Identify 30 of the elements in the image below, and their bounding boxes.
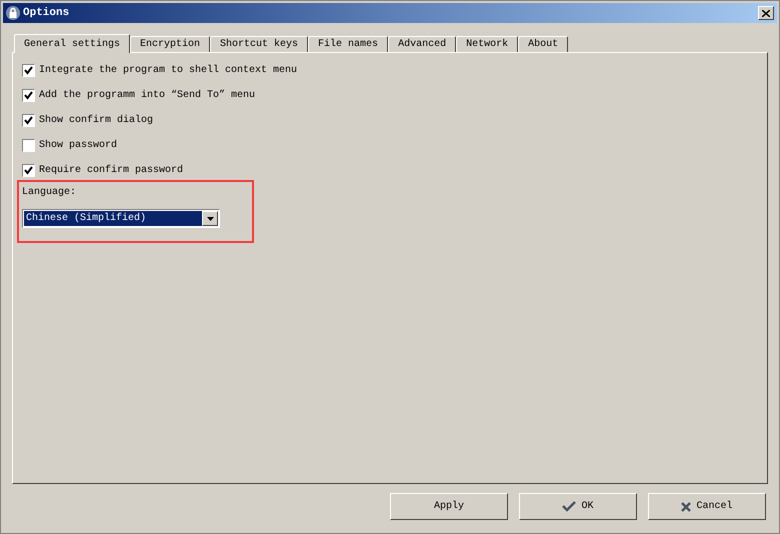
language-dropdown[interactable]: Chinese (Simplified) — [22, 209, 220, 228]
caret-icon — [206, 216, 214, 220]
dropdown-button[interactable] — [202, 211, 218, 226]
checkbox[interactable] — [22, 138, 35, 152]
lock-icon — [6, 6, 20, 20]
checkbox[interactable] — [22, 164, 35, 176]
checkbox[interactable] — [22, 88, 35, 102]
tab[interactable]: About — [518, 36, 568, 52]
tab[interactable]: General settings — [14, 34, 130, 53]
checkbox[interactable] — [22, 64, 35, 76]
tab[interactable]: Shortcut keys — [210, 36, 308, 52]
tab[interactable]: Encryption — [130, 36, 210, 52]
option-label: Show password — [39, 138, 118, 152]
language-label: Language: — [22, 186, 78, 200]
tab[interactable]: File names — [308, 36, 388, 52]
close-button[interactable] — [758, 6, 774, 20]
close-icon — [762, 10, 770, 16]
checkbox[interactable] — [22, 114, 35, 126]
window-title: Options — [23, 6, 70, 21]
cross-icon — [681, 502, 692, 512]
dialog-button[interactable]: Apply — [390, 493, 508, 520]
checkmark-icon — [562, 501, 576, 512]
option-label: Show confirm dialog — [39, 114, 154, 128]
option-label: Integrate the program to shell context menu — [39, 64, 298, 78]
dialog-button[interactable]: OK — [519, 493, 637, 520]
tab[interactable]: Advanced — [388, 36, 456, 52]
tab[interactable]: Network — [456, 36, 518, 52]
option-label: Require confirm password — [39, 164, 184, 178]
dialog-button[interactable]: Cancel — [648, 493, 766, 520]
option-label: Add the programm into “Send To” menu — [39, 88, 256, 102]
